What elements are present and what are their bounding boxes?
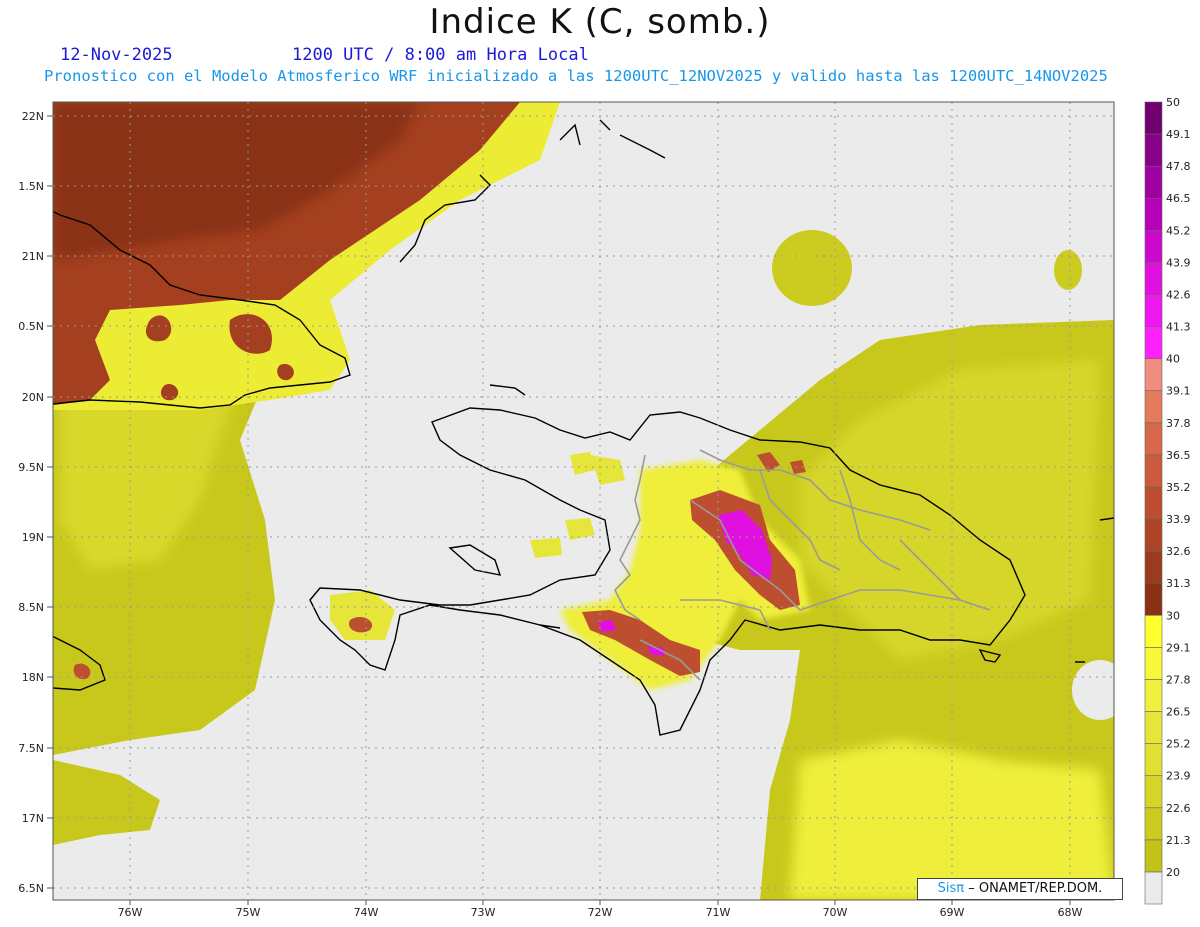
brand-logo: Sisπ xyxy=(937,881,965,896)
colorbar-segment xyxy=(1144,775,1163,809)
lat-ticks xyxy=(47,115,53,889)
colorbar-label: 20 xyxy=(1166,866,1180,879)
colorbar-label: 29.1 xyxy=(1166,641,1191,654)
colorbar-label: 45.2 xyxy=(1166,224,1191,237)
lon-ticks xyxy=(129,900,1071,905)
lon-label: 69W xyxy=(940,906,965,919)
colorbar-label: 49.1 xyxy=(1166,128,1191,141)
lat-label: 19N xyxy=(22,531,44,544)
colorbar-label: 30 xyxy=(1166,609,1180,622)
field-east-hole xyxy=(1072,660,1114,720)
colorbar-label: 35.2 xyxy=(1166,481,1191,494)
colorbar-segment xyxy=(1144,550,1163,584)
colorbar-segment xyxy=(1144,839,1163,873)
lat-label: 18N xyxy=(22,671,44,684)
colorbar-segment xyxy=(1144,358,1163,392)
colorbar-label: 42.6 xyxy=(1166,288,1191,301)
colorbar-segment xyxy=(1144,743,1163,776)
weather-map: 22N 1.5N 21N 0.5N 20N 9.5N 19N 8.5N 18N … xyxy=(18,96,1191,919)
lat-label: 0.5N xyxy=(18,320,44,333)
colorbar-label: 41.3 xyxy=(1166,321,1191,334)
lat-label: 9.5N xyxy=(18,461,44,474)
lon-label: 75W xyxy=(236,906,261,919)
lon-label: 72W xyxy=(588,906,613,919)
colorbar-label: 39.1 xyxy=(1166,385,1191,398)
credit-dash: – xyxy=(964,881,975,896)
colorbar-label: 31.3 xyxy=(1166,577,1191,590)
credit-text: ONAMET/REP.DOM. xyxy=(974,881,1103,896)
colorbar-segment xyxy=(1144,262,1163,295)
colorbar-segment xyxy=(1144,807,1163,841)
colorbar-label: 33.9 xyxy=(1166,513,1191,526)
colorbar-segment xyxy=(1144,518,1163,552)
colorbar-segment xyxy=(1144,711,1163,744)
lat-label: 22N xyxy=(22,110,44,123)
lon-label: 70W xyxy=(823,906,848,919)
lon-label: 71W xyxy=(706,906,731,919)
colorbar-segment xyxy=(1144,486,1163,520)
colorbar-label: 36.5 xyxy=(1166,449,1191,462)
colorbar-segment xyxy=(1144,133,1163,167)
colorbar-segment xyxy=(1144,422,1163,456)
colorbar-label: 40 xyxy=(1166,353,1180,366)
colorbar-segment xyxy=(1144,197,1163,231)
colorbar-label: 27.8 xyxy=(1166,673,1191,686)
credit-box: Sisπ – ONAMET/REP.DOM. xyxy=(917,878,1123,900)
colorbar-label: 23.9 xyxy=(1166,770,1191,783)
lat-label: 17N xyxy=(22,812,44,825)
colorbar-segment xyxy=(1144,165,1163,199)
lon-label: 76W xyxy=(118,906,143,919)
map-field xyxy=(53,102,1114,900)
lat-label: 21N xyxy=(22,250,44,263)
colorbar-label: 47.8 xyxy=(1166,160,1191,173)
lat-label: 20N xyxy=(22,391,44,404)
lat-label: 1.5N xyxy=(18,180,44,193)
lat-label: 8.5N xyxy=(18,601,44,614)
colorbar-segment xyxy=(1144,871,1163,905)
colorbar-segment xyxy=(1144,647,1163,680)
lat-axis: 22N 1.5N 21N 0.5N 20N 9.5N 19N 8.5N 18N … xyxy=(18,110,44,895)
colorbar-segment xyxy=(1144,101,1163,135)
colorbar-label: 50 xyxy=(1166,96,1180,109)
field-atlantic-lobe xyxy=(772,230,852,306)
lat-label: 6.5N xyxy=(18,882,44,895)
colorbar-segment xyxy=(1144,454,1163,488)
colorbar-label: 32.6 xyxy=(1166,545,1191,558)
lat-label: 7.5N xyxy=(18,742,44,755)
colorbar-label: 21.3 xyxy=(1166,834,1191,847)
colorbar-segment xyxy=(1144,582,1163,616)
lon-label: 73W xyxy=(471,906,496,919)
colorbar-segment xyxy=(1144,230,1163,263)
colorbar-label: 37.8 xyxy=(1166,417,1191,430)
lon-axis: 76W 75W 74W 73W 72W 71W 70W 69W 68W xyxy=(118,906,1083,919)
colorbar-segment xyxy=(1144,679,1163,712)
colorbar-label: 26.5 xyxy=(1166,706,1191,719)
colorbar-label: 46.5 xyxy=(1166,192,1191,205)
colorbar-label: 25.2 xyxy=(1166,738,1191,751)
colorbar-label: 43.9 xyxy=(1166,256,1191,269)
lon-label: 68W xyxy=(1058,906,1083,919)
colorbar-segment xyxy=(1144,294,1163,327)
colorbar: 20 21.3 22.6 23.9 25.2 26.5 27.8 29.1 30 31.3 32.6… xyxy=(1144,96,1191,905)
colorbar-segment xyxy=(1144,390,1163,424)
colorbar-segment xyxy=(1144,614,1163,648)
colorbar-segment xyxy=(1144,326,1163,359)
colorbar-label: 22.6 xyxy=(1166,802,1191,815)
lon-label: 74W xyxy=(354,906,379,919)
